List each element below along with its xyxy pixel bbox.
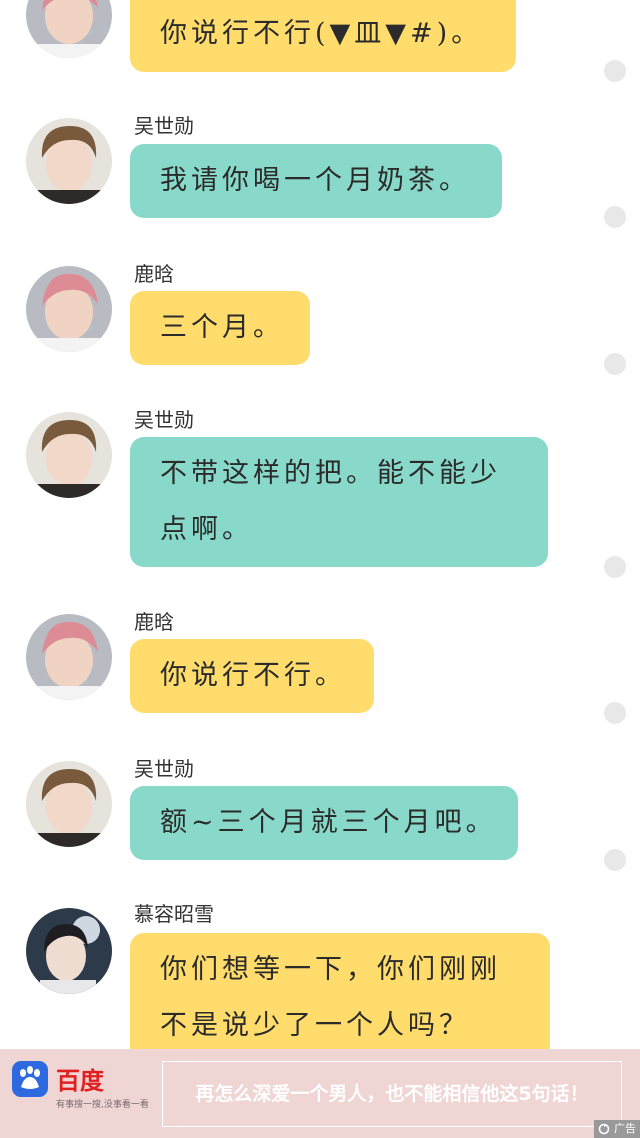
sender-name: 慕容昭雪 xyxy=(134,902,214,926)
avatar[interactable] xyxy=(26,0,112,58)
ad-logo-text: 百度 xyxy=(56,1068,104,1095)
message-text: 三个月。 xyxy=(160,312,284,343)
message-text: 你说行不行。 xyxy=(160,660,346,691)
sender-name: 吴世勋 xyxy=(134,757,194,781)
message-bubble: 三个月。 xyxy=(130,291,310,365)
message-text: 我请你喝一个月奶茶。 xyxy=(160,165,470,196)
avatar[interactable] xyxy=(26,614,112,700)
chat-screen: 你说行不行(▼皿▼#)。 吴世勋 我请你喝一个月奶茶。 鹿晗 三个月。 吴世勋 … xyxy=(0,0,640,1138)
message-text: 不是说少了一个人吗？ xyxy=(160,1010,470,1041)
select-circle-icon[interactable] xyxy=(604,353,626,375)
sender-name: 吴世勋 xyxy=(134,114,194,138)
avatar[interactable] xyxy=(26,266,112,352)
girl-avatar-icon xyxy=(26,908,112,994)
message-bubble: 你说行不行。 xyxy=(130,639,374,713)
ad-headline: 再怎么深爱一个男人，也不能相信他这5句话！ xyxy=(195,1083,589,1105)
message-bubble: 你们想等一下，你们刚刚 不是说少了一个人吗？ xyxy=(130,933,550,1063)
pink-hair-avatar-icon xyxy=(26,266,112,352)
ad-tag[interactable]: 广告 xyxy=(594,1120,640,1138)
ad-tag-label: 广告 xyxy=(614,1122,636,1135)
sender-name: 吴世勋 xyxy=(134,408,194,432)
avatar[interactable] xyxy=(26,908,112,994)
message-bubble: 不带这样的把。能不能少 点啊。 xyxy=(130,437,548,567)
select-circle-icon[interactable] xyxy=(604,849,626,871)
pink-hair-avatar-icon xyxy=(26,614,112,700)
message-text: 点啊。 xyxy=(160,514,253,545)
brown-hair-avatar-icon xyxy=(26,412,112,498)
ad-headline-box[interactable]: 再怎么深爱一个男人，也不能相信他这5句话！ xyxy=(162,1061,622,1127)
avatar[interactable] xyxy=(26,761,112,847)
pink-hair-avatar-icon xyxy=(26,0,112,58)
message-text: 你们想等一下，你们刚刚 xyxy=(160,954,501,985)
ad-refresh-icon xyxy=(598,1123,610,1135)
brown-hair-avatar-icon xyxy=(26,118,112,204)
message-text: 不带这样的把。能不能少 xyxy=(160,458,501,489)
baidu-logo-icon xyxy=(12,1061,48,1097)
message-bubble: 额~三个月就三个月吧。 xyxy=(130,786,518,860)
select-circle-icon[interactable] xyxy=(604,206,626,228)
message-bubble: 我请你喝一个月奶茶。 xyxy=(130,144,502,218)
avatar[interactable] xyxy=(26,412,112,498)
message-text: 你说行不行(▼皿▼#)。 xyxy=(160,18,483,49)
sender-name: 鹿晗 xyxy=(134,610,174,634)
message-bubble: 你说行不行(▼皿▼#)。 xyxy=(130,0,516,72)
message-text: 额~三个月就三个月吧。 xyxy=(160,807,497,838)
select-circle-icon[interactable] xyxy=(604,556,626,578)
ad-banner[interactable]: 百度 有事搜一搜,没事看一看 再怎么深爱一个男人，也不能相信他这5句话！ 广告 xyxy=(0,1049,640,1138)
brown-hair-avatar-icon xyxy=(26,761,112,847)
sender-name: 鹿晗 xyxy=(134,262,174,286)
select-circle-icon[interactable] xyxy=(604,60,626,82)
select-circle-icon[interactable] xyxy=(604,702,626,724)
avatar[interactable] xyxy=(26,118,112,204)
ad-slogan: 有事搜一搜,没事看一看 xyxy=(56,1100,149,1110)
